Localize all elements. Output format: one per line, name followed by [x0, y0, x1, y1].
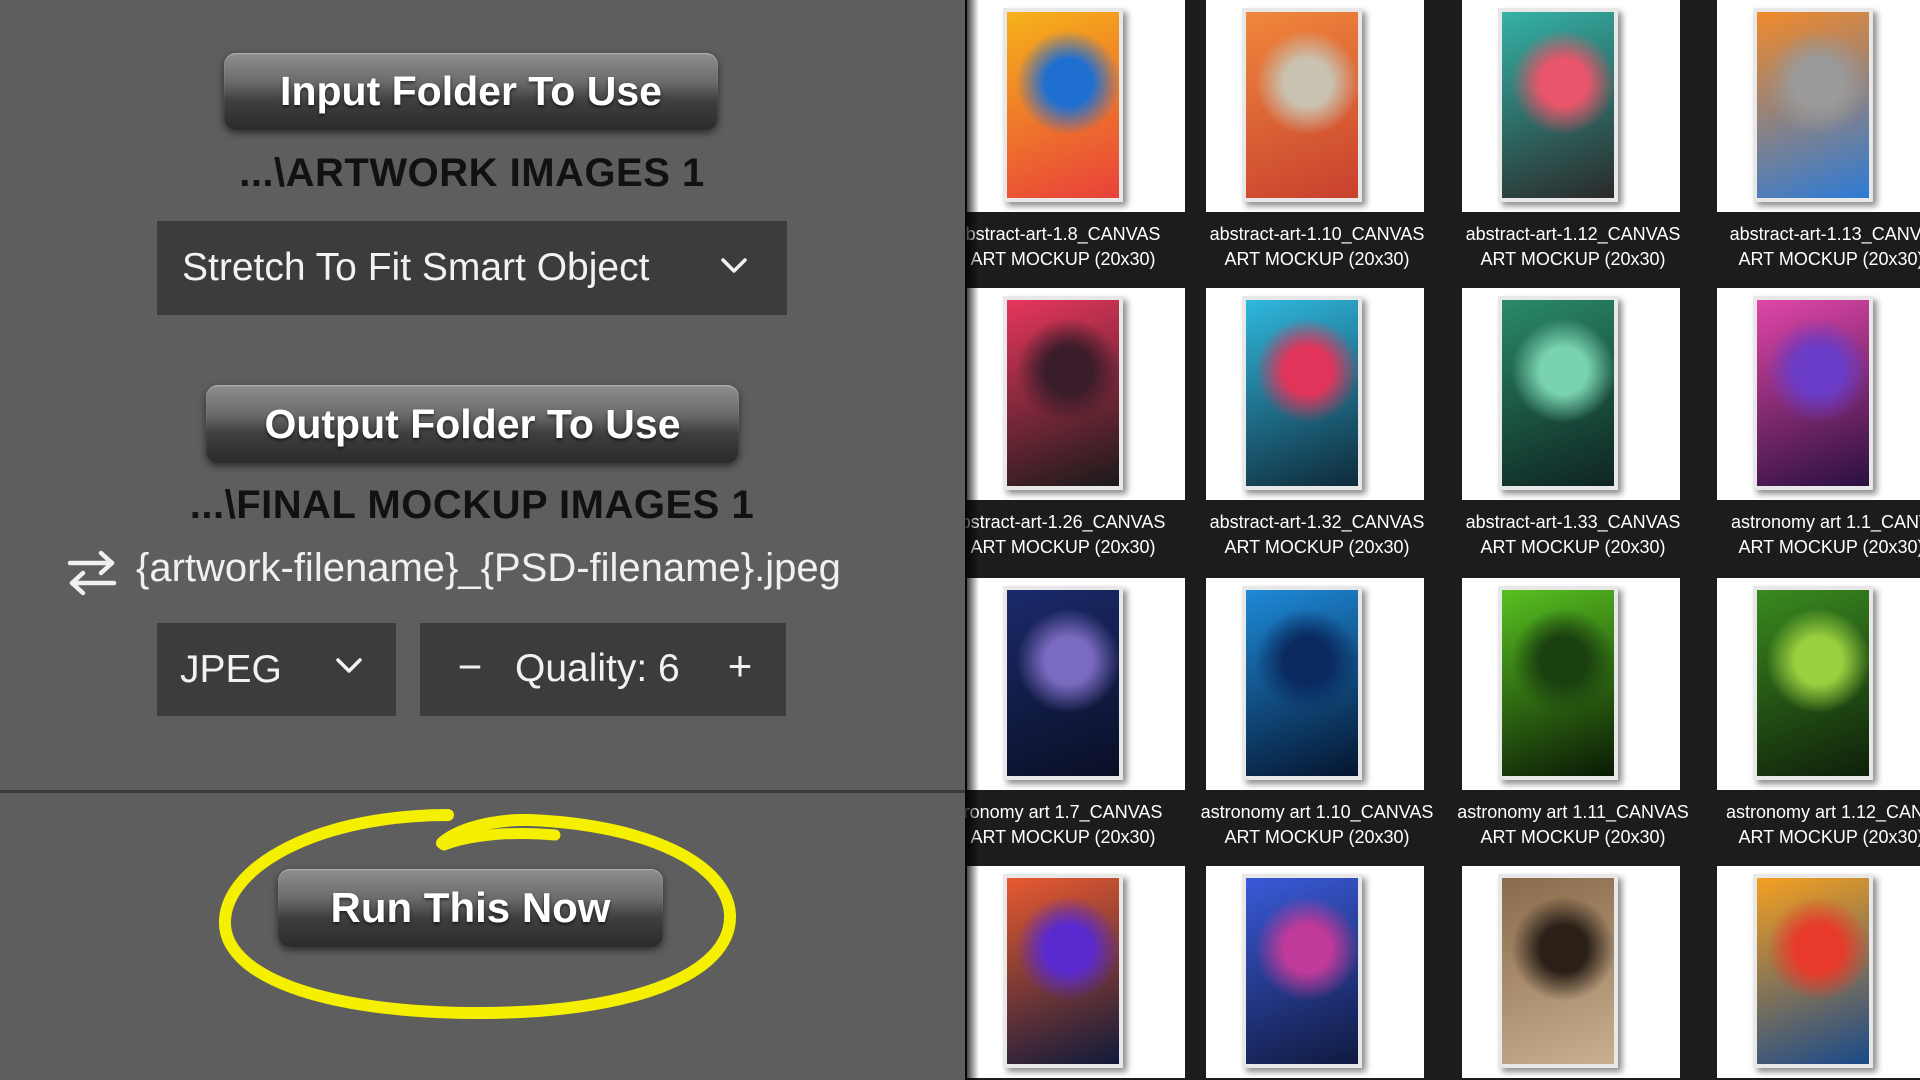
file-name-label[interactable]: abstract-art-1.13_CANVA ART MOCKUP (20x30…: [1703, 222, 1920, 272]
artwork-preview: [1003, 586, 1123, 780]
artwork-preview: [1242, 874, 1362, 1068]
file-name-label[interactable]: bstract-art-1.26_CANVAS ART MOCKUP (20x30…: [965, 510, 1191, 560]
file-name-line1: abstract-art-1.12_CANVAS: [1465, 224, 1681, 244]
file-thumbnail[interactable]: [1206, 578, 1424, 790]
file-thumbnail[interactable]: [1717, 866, 1920, 1078]
file-name-line1: bstract-art-1.26_CANVAS: [965, 512, 1166, 532]
file-name-label[interactable]: abstract-art-1.12_CANVAS ART MOCKUP (20x3…: [1445, 222, 1701, 272]
artwork-preview: [1003, 8, 1123, 202]
artwork-preview: [1753, 586, 1873, 780]
quality-stepper: − Quality: 6 +: [420, 623, 786, 716]
input-folder-path: ...\ARTWORK IMAGES 1: [239, 151, 705, 195]
file-name-line2: ART MOCKUP (20x30): [1738, 827, 1920, 847]
file-name-line1: abstract-art-1.32_CANVAS: [1209, 512, 1425, 532]
run-now-button[interactable]: Run This Now: [278, 869, 663, 947]
quality-decrease-button[interactable]: −: [450, 643, 490, 691]
format-value: JPEG: [180, 647, 282, 691]
file-name-line2: ART MOCKUP (20x30): [1224, 249, 1410, 269]
file-thumbnail[interactable]: [1717, 578, 1920, 790]
file-thumbnail[interactable]: [1462, 0, 1680, 212]
file-name-line1: astronomy art 1.12_CANV: [1725, 802, 1920, 822]
file-name-label[interactable]: bstract-art-1.8_CANVAS ART MOCKUP (20x30): [965, 222, 1191, 272]
quality-increase-button[interactable]: +: [720, 642, 760, 690]
file-name-label[interactable]: astronomy art 1.11_CANVAS ART MOCKUP (20x…: [1445, 800, 1701, 850]
file-browser-grid: bstract-art-1.8_CANVAS ART MOCKUP (20x30)…: [965, 0, 1920, 1080]
file-name-label[interactable]: abstract-art-1.33_CANVAS ART MOCKUP (20x3…: [1445, 510, 1701, 560]
file-name-line1: astronomy art 1.10_CANVAS: [1200, 802, 1434, 822]
file-thumbnail[interactable]: [1717, 0, 1920, 212]
artwork-preview: [1242, 8, 1362, 202]
chevron-down-icon: [332, 649, 366, 693]
file-name-line2: ART MOCKUP (20x30): [1480, 249, 1666, 269]
input-folder-button[interactable]: Input Folder To Use: [224, 53, 718, 130]
file-name-line2: ART MOCKUP (20x30): [970, 537, 1156, 557]
file-thumbnail[interactable]: [1206, 288, 1424, 500]
file-thumbnail[interactable]: [1206, 866, 1424, 1078]
artwork-preview: [1003, 874, 1123, 1068]
file-name-label[interactable]: abstract-art-1.32_CANVAS ART MOCKUP (20x3…: [1189, 510, 1445, 560]
artwork-preview: [1753, 296, 1873, 490]
file-name-label[interactable]: astronomy art 1.10_CANVAS ART MOCKUP (20x…: [1189, 800, 1445, 850]
chevron-down-icon: [717, 249, 751, 293]
file-name-line1: bstract-art-1.8_CANVAS: [965, 224, 1161, 244]
artwork-preview: [1498, 296, 1618, 490]
section-divider: [0, 790, 965, 793]
file-name-line1: abstract-art-1.33_CANVAS: [1465, 512, 1681, 532]
file-thumbnail[interactable]: [967, 288, 1185, 500]
swap-arrows-icon[interactable]: [66, 550, 118, 601]
file-thumbnail[interactable]: [1462, 288, 1680, 500]
file-name-line2: ART MOCKUP (20x30): [1480, 537, 1666, 557]
output-folder-button[interactable]: Output Folder To Use: [206, 385, 739, 463]
file-name-line2: ART MOCKUP (20x30): [1480, 827, 1666, 847]
artwork-preview: [1242, 586, 1362, 780]
file-name-line2: ART MOCKUP (20x30): [1738, 537, 1920, 557]
artwork-preview: [1498, 8, 1618, 202]
fit-mode-value: Stretch To Fit Smart Object: [182, 246, 650, 289]
artwork-preview: [1498, 874, 1618, 1068]
file-name-label[interactable]: astronomy art 1.12_CANV ART MOCKUP (20x30…: [1703, 800, 1920, 850]
artwork-preview: [1753, 8, 1873, 202]
batch-settings-panel: Input Folder To Use ...\ARTWORK IMAGES 1…: [0, 0, 965, 1080]
quality-value: Quality: 6: [515, 647, 680, 690]
file-thumbnail[interactable]: [1462, 578, 1680, 790]
rename-pattern-row: {artwork-filename}_{PSD-filename}.jpeg: [66, 544, 956, 604]
file-thumbnail[interactable]: [967, 578, 1185, 790]
file-name-label[interactable]: ronomy art 1.7_CANVAS ART MOCKUP (20x30): [965, 800, 1191, 850]
file-name-line1: astronomy art 1.1_CANV: [1730, 512, 1920, 532]
file-thumbnail[interactable]: [967, 0, 1185, 212]
file-name-line2: ART MOCKUP (20x30): [1224, 827, 1410, 847]
file-name-line2: ART MOCKUP (20x30): [1224, 537, 1410, 557]
file-thumbnail[interactable]: [1462, 866, 1680, 1078]
file-thumbnail[interactable]: [1206, 0, 1424, 212]
file-thumbnail[interactable]: [1717, 288, 1920, 500]
file-name-line1: ronomy art 1.7_CANVAS: [965, 802, 1163, 822]
file-name-label[interactable]: astronomy art 1.1_CANV ART MOCKUP (20x30): [1703, 510, 1920, 560]
file-thumbnail[interactable]: [967, 866, 1185, 1078]
file-name-line1: abstract-art-1.13_CANVA: [1729, 224, 1920, 244]
file-name-line1: astronomy art 1.11_CANVAS: [1457, 802, 1689, 822]
rename-pattern-text: {artwork-filename}_{PSD-filename}.jpeg: [136, 546, 841, 590]
format-select[interactable]: JPEG: [157, 623, 396, 716]
file-name-line2: ART MOCKUP (20x30): [1738, 249, 1920, 269]
artwork-preview: [1498, 586, 1618, 780]
artwork-preview: [1242, 296, 1362, 490]
file-name-line2: ART MOCKUP (20x30): [970, 249, 1156, 269]
file-name-label[interactable]: abstract-art-1.10_CANVAS ART MOCKUP (20x3…: [1189, 222, 1445, 272]
artwork-preview: [1003, 296, 1123, 490]
fit-mode-select[interactable]: Stretch To Fit Smart Object: [157, 221, 787, 315]
file-name-line2: ART MOCKUP (20x30): [970, 827, 1156, 847]
artwork-preview: [1753, 874, 1873, 1068]
file-name-line1: abstract-art-1.10_CANVAS: [1209, 224, 1425, 244]
output-folder-path: ...\FINAL MOCKUP IMAGES 1: [189, 483, 755, 527]
